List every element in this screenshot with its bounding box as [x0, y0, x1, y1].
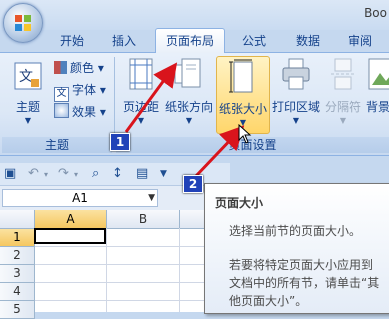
undo-icon[interactable]: ↶: [28, 166, 39, 181]
tooltip-title: 页面大小: [215, 196, 264, 210]
callout-badge-1: 1: [110, 133, 130, 151]
margins-icon: [129, 58, 153, 90]
margins-button[interactable]: 页边距 ▼: [118, 57, 164, 125]
office-logo-icon: [15, 15, 31, 31]
chevron-down-icon: ▼: [339, 116, 347, 125]
tab-data[interactable]: 数据: [288, 30, 328, 52]
save-icon[interactable]: ▣: [4, 166, 16, 181]
ribbon-tabs: 开始 插入 页面布局 公式 数据 审阅: [0, 28, 389, 53]
page-size-tooltip: 页面大小 选择当前节的页面大小。 若要将特定页面大小应用到文档中的所有节，请单击…: [204, 183, 389, 314]
orientation-button[interactable]: 纸张方向 ▼: [164, 57, 214, 125]
orientation-label: 纸张方向: [164, 100, 213, 114]
mouse-cursor-icon: [238, 124, 252, 144]
printer-icon: [282, 58, 310, 90]
sort-icon[interactable]: ↕: [112, 166, 123, 181]
theme-group-label: 主题: [2, 137, 112, 153]
row-header-1[interactable]: 1: [0, 229, 35, 247]
tab-page-layout[interactable]: 页面布局: [155, 28, 225, 53]
gridline: [106, 228, 107, 312]
colors-label: 颜色: [70, 61, 95, 75]
chevron-down-icon: ▼: [185, 116, 193, 125]
themes-button[interactable]: 文 主题 ▼: [6, 61, 50, 125]
effects-icon: [54, 103, 69, 118]
page-size-icon: [229, 59, 253, 93]
page-size-label: 纸张大小: [218, 102, 267, 116]
print-preview-icon[interactable]: ⌕: [92, 166, 99, 181]
chevron-down-icon: ▼: [137, 116, 145, 125]
row-header-4[interactable]: 4: [0, 283, 35, 301]
fonts-label: 字体: [72, 83, 97, 97]
effects-label: 效果: [72, 105, 97, 119]
svg-text:文: 文: [19, 69, 33, 85]
name-box-value: A1: [72, 191, 88, 205]
row-header-5[interactable]: 5: [0, 301, 35, 319]
column-header-b[interactable]: B: [107, 210, 180, 229]
window-title: Boo: [364, 6, 387, 20]
background-button[interactable]: 背景: [366, 57, 389, 115]
breaks-label: 分隔符: [324, 100, 361, 114]
tooltip-description: 选择当前节的页面大小。: [229, 224, 362, 238]
theme-effects-button[interactable]: 效果 ▾: [54, 103, 106, 121]
active-cell-a1[interactable]: [34, 228, 106, 244]
background-label: 背景: [366, 100, 389, 114]
redo-dropdown-icon[interactable]: ▾: [74, 170, 78, 179]
margins-label: 页边距: [122, 100, 159, 114]
chevron-down-icon: ▼: [24, 116, 32, 125]
chevron-down-icon: ▼: [148, 193, 155, 203]
name-box[interactable]: A1 ▼: [2, 189, 158, 207]
tab-insert[interactable]: 插入: [104, 30, 144, 52]
colors-icon: [54, 61, 67, 74]
breaks-button[interactable]: 分隔符 ▼: [322, 57, 364, 125]
column-header-a[interactable]: A: [35, 210, 107, 229]
title-bar: Boo: [0, 0, 389, 30]
redo-icon[interactable]: ↷: [58, 166, 69, 181]
page-setup-group-label: 页面设置: [116, 137, 389, 153]
callout-badge-2: 2: [183, 175, 203, 193]
form-icon[interactable]: ▤: [136, 166, 148, 181]
tooltip-hint: 若要将特定页面大小应用到文档中的所有节，请单击“其他页面大小”。: [229, 258, 380, 308]
themes-label: 主题: [15, 100, 40, 114]
theme-fonts-button[interactable]: 文字体 ▾: [54, 81, 106, 102]
breaks-icon: [331, 58, 355, 90]
page-size-button[interactable]: 纸张大小 ▼: [216, 56, 270, 134]
select-all-corner[interactable]: [0, 210, 35, 229]
themes-icon: 文: [14, 62, 42, 90]
customize-qat-icon[interactable]: ▼: [160, 169, 167, 179]
print-area-button[interactable]: 打印区域 ▼: [270, 57, 322, 125]
orientation-icon: [174, 58, 201, 88]
tab-home[interactable]: 开始: [52, 30, 92, 52]
gridline: [179, 228, 180, 312]
row-header-3[interactable]: 3: [0, 265, 35, 283]
print-area-label: 打印区域: [271, 100, 320, 114]
theme-colors-button[interactable]: 颜色 ▾: [54, 59, 104, 77]
row-header-2[interactable]: 2: [0, 247, 35, 265]
background-icon: [368, 58, 389, 90]
undo-dropdown-icon[interactable]: ▾: [44, 170, 48, 179]
ribbon: 文 主题 ▼ 颜色 ▾ 文字体 ▾ 效果 ▾ 主题 页边距 ▼ 纸张方向 ▼ 纸…: [0, 52, 389, 156]
fonts-icon: 文: [54, 87, 69, 102]
tab-formulas[interactable]: 公式: [234, 30, 274, 52]
office-button[interactable]: [3, 3, 43, 43]
tab-review[interactable]: 审阅: [340, 30, 380, 52]
chevron-down-icon: ▼: [292, 116, 300, 125]
